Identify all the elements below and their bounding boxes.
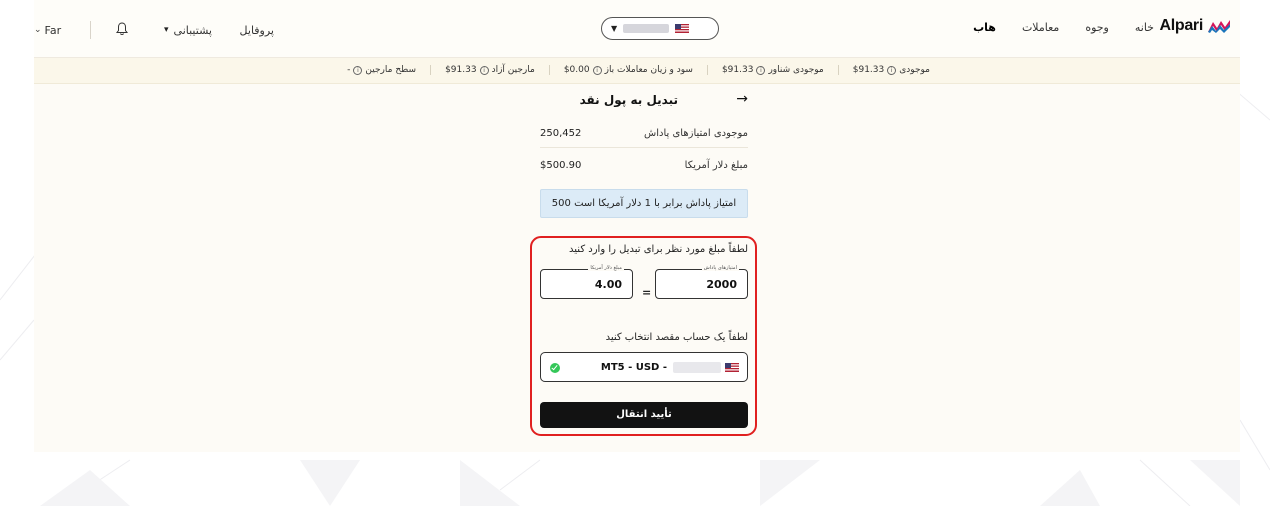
account-stats-bar: موجودی i $91.33 موجودی شناور i $91.33 سو… [34,58,1240,84]
main-nav: خانه وجوه معاملات هاب [973,21,1154,34]
support-label: پشتیبانی [173,23,212,37]
stat-value: $0.00 [563,65,590,75]
stat-label: موجودی [899,65,930,75]
stat-margin-level: سطح مارجین i - [333,65,430,75]
nav-item-trading[interactable]: معاملات [1022,21,1059,34]
usd-amount-label: مبلغ دلار آمریکا [684,160,748,171]
language-label: Far [44,23,62,37]
stat-equity: موجودی شناور i $91.33 [706,65,838,75]
alpari-logo-icon [1208,20,1230,33]
usd-amount-input-value: 4.00 [594,278,622,291]
nav-item-home[interactable]: خانه [1135,21,1154,34]
bonus-balance-value: 250,452 [540,128,582,139]
convert-to-cash-section: → تبدیل به پول نقد موجودی امتیازهای پادا… [540,86,748,218]
info-icon[interactable]: i [887,65,897,75]
account-number-masked [623,24,670,33]
bonus-points-input-value: 2000 [706,278,737,291]
info-icon[interactable]: i [353,65,363,75]
us-flag-icon [725,363,739,372]
bonus-balance-label: موجودی امتیازهای پاداش [644,128,748,139]
chevron-down-icon: ▼ [611,24,618,33]
info-icon[interactable]: i [592,65,602,75]
usd-amount-input-label: مبلغ دلار آمریکا [588,265,624,271]
account-name: MT5 - USD - [600,362,667,373]
stat-label: موجودی شناور [768,65,824,75]
conversion-rate-info: 500 امتیاز پاداش برابر با 1 دلار آمریکا … [540,189,748,218]
account-selector[interactable]: ▼ [601,17,719,40]
info-icon[interactable]: i [756,65,766,75]
profile-label: پروفایل [239,23,274,37]
stat-value: $91.33 [445,65,477,75]
back-arrow-icon[interactable]: → [736,91,748,107]
equals-sign: = [642,286,652,299]
stat-label: مارجین آزاد [491,65,535,75]
stat-value: $91.33 [852,65,885,75]
account-prompt: لطفاً یک حساب مقصد انتخاب کنید [605,332,748,343]
nav-item-funds[interactable]: وجوه [1085,21,1109,34]
bonus-balance-row: موجودی امتیازهای پاداش 250,452 [540,116,748,148]
stat-value: $91.33 [721,65,754,75]
bonus-points-input-label: امتیازهای پاداش [701,265,739,271]
usd-amount-value: $500.90 [540,160,582,171]
check-circle-icon [550,363,560,373]
profile-link[interactable]: پروفایل [224,20,274,40]
stat-label: سطح مارجین [365,65,417,75]
confirm-transfer-button[interactable]: تأیید انتقال [540,402,748,428]
language-selector[interactable]: ⌄ Far [34,20,74,40]
chevron-down-icon: ⌄ [34,25,42,35]
stat-value: - [347,65,351,75]
destination-account-select[interactable]: MT5 - USD - [540,352,748,382]
stats-list: موجودی i $91.33 موجودی شناور i $91.33 سو… [333,65,930,75]
title-row: → تبدیل به پول نقد [540,86,748,116]
stat-label: سود و زیان معاملات باز [604,65,693,75]
stat-free-margin: مارجین آزاد i $91.33 [430,65,549,75]
bonus-points-input[interactable]: امتیازهای پاداش 2000 [655,265,748,299]
bell-icon [116,22,128,35]
stat-open-pnl: سود و زیان معاملات باز i $0.00 [548,65,707,75]
info-icon[interactable]: i [479,65,489,75]
divider [90,21,91,39]
amount-prompt: لطفاً مبلغ مورد نظر برای تبدیل را وارد ک… [569,244,748,255]
notifications-button[interactable] [116,22,128,39]
usd-amount-input[interactable]: مبلغ دلار آمریکا 4.00 [540,265,633,299]
top-navigation-bar: Alpari خانه وجوه معاملات هاب ▼ ⌄ Far ▾ پ… [34,0,1240,58]
us-flag-icon [675,24,690,33]
account-number-masked [673,362,721,373]
page-title: تبدیل به پول نقد [579,93,678,107]
chevron-down-icon: ▾ [164,25,169,35]
usd-amount-row: مبلغ دلار آمریکا $500.90 [540,148,748,180]
stat-balance: موجودی i $91.33 [837,65,930,75]
logo-text: Alpari [1159,17,1203,34]
alpari-logo[interactable]: Alpari [1159,17,1230,35]
nav-item-hub[interactable]: هاب [973,21,996,34]
